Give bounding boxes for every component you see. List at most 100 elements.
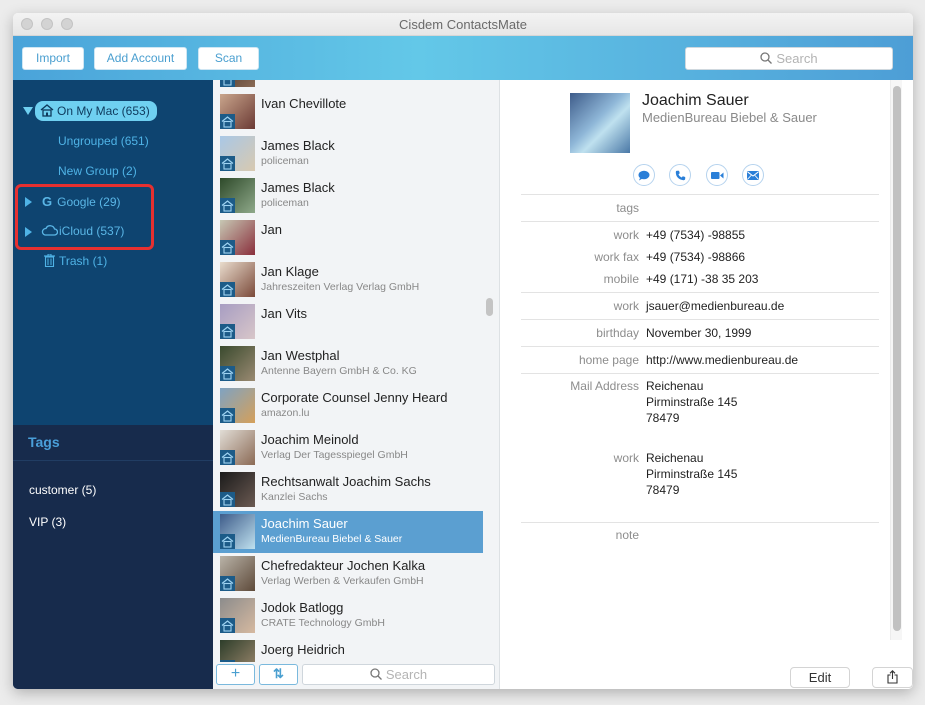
contact-list-scroll-area[interactable]: Bei Grazia Ivan Chevillote James Black poli… (213, 80, 483, 662)
tags-divider (13, 460, 213, 461)
contact-list-item[interactable]: Joachim Sauer MedienBureau Biebel & Sauer (213, 511, 483, 553)
contact-list-item[interactable]: Bei Grazia (213, 80, 483, 91)
sidebar-tag-customer[interactable]: customer (5) (29, 483, 96, 497)
divider (521, 319, 879, 320)
contact-list-item[interactable]: Jan (213, 217, 483, 259)
homepage-label: home page (578, 353, 639, 367)
contact-avatar (220, 556, 255, 591)
contact-subtitle: Verlag Der Tagesspiegel GmbH (261, 449, 408, 461)
contact-name: Joachim Meinold (261, 432, 359, 447)
disclosure-triangle-expanded-icon[interactable] (23, 107, 33, 115)
phone-label: work fax (594, 250, 639, 264)
toolbar-search-input[interactable]: Search (685, 47, 893, 70)
contact-avatar (220, 220, 255, 255)
contact-list: Bei Grazia Ivan Chevillote James Black poli… (213, 80, 500, 689)
contact-list-item[interactable]: Joerg Heidrich (213, 637, 483, 662)
contact-name: Ivan Chevillote (261, 96, 347, 111)
contact-list-item[interactable]: Rechtsanwalt Joachim Sachs Kanzlei Sachs (213, 469, 483, 511)
contact-list-item[interactable]: Corporate Counsel Jenny Heard amazon.lu (213, 385, 483, 427)
home-badge-icon (220, 534, 235, 549)
phone-label: work (613, 228, 639, 242)
sidebar-account-on-my-mac[interactable]: On My Mac (653) (35, 101, 157, 121)
contact-subtitle: Verlag Werben & Verkaufen GmbH (261, 575, 424, 587)
contact-list-item[interactable]: Jan Westphal Antenne Bayern GmbH & Co. KG (213, 343, 483, 385)
contact-avatar (220, 514, 255, 549)
home-badge-icon (220, 282, 235, 297)
call-button[interactable] (669, 164, 691, 186)
contact-subtitle: Kanzlei Sachs (261, 491, 328, 503)
sidebar-group-ungrouped[interactable]: Ungrouped (651) (58, 134, 149, 148)
contact-subtitle: policeman (261, 155, 309, 167)
phone-value[interactable]: +49 (7534) -98855 (646, 227, 745, 243)
video-call-button[interactable] (706, 164, 728, 186)
accounts-panel: On My Mac (653) Ungrouped (651) New Grou… (13, 80, 213, 425)
add-contact-button[interactable]: + (216, 664, 255, 685)
add-account-button[interactable]: Add Account (94, 47, 187, 70)
detail-scrollbar[interactable] (893, 86, 901, 631)
email-button[interactable] (742, 164, 764, 186)
sidebar-trash[interactable]: Trash (1) (44, 253, 107, 268)
phone-value[interactable]: +49 (7534) -98866 (646, 249, 745, 265)
address-value[interactable]: Reichenau Pirminstraße 145 78479 (646, 378, 737, 426)
email-value[interactable]: jsauer@medienbureau.de (646, 298, 784, 314)
divider (521, 221, 879, 222)
contact-list-item[interactable]: Chefredakteur Jochen Kalka Verlag Werben … (213, 553, 483, 595)
contact-list-scrollbar[interactable] (486, 298, 493, 316)
contact-search-placeholder: Search (385, 667, 428, 682)
message-button[interactable] (633, 164, 655, 186)
contact-avatar (220, 598, 255, 633)
contact-list-item[interactable]: Jodok Batlogg CRATE Technology GmbH (213, 595, 483, 637)
share-button[interactable] (872, 667, 913, 688)
import-button[interactable]: Import (22, 47, 84, 70)
contact-list-item[interactable]: Ivan Chevillote (213, 91, 483, 133)
contact-name: James Black (261, 180, 335, 195)
contact-avatar (220, 346, 255, 381)
contact-list-item[interactable]: Joachim Meinold Verlag Der Tagesspiegel G… (213, 427, 483, 469)
contact-avatar (220, 262, 255, 297)
annotation-highlight-box (15, 184, 154, 250)
home-badge-icon (220, 80, 235, 87)
contact-subtitle: amazon.lu (261, 407, 310, 419)
toolbar-search-placeholder: Search (776, 51, 818, 66)
homepage-link[interactable]: http://www.medienbureau.de (646, 352, 798, 368)
contact-list-item[interactable]: Jan Vits (213, 301, 483, 343)
contact-avatar (220, 80, 255, 87)
contact-subtitle: Antenne Bayern GmbH & Co. KG (261, 365, 417, 377)
sort-button[interactable]: ⇅ (259, 664, 298, 685)
sidebar-group-new-group[interactable]: New Group (2) (58, 164, 137, 178)
mail-icon (747, 170, 759, 180)
contact-list-item[interactable]: James Black policeman (213, 133, 483, 175)
address-value[interactable]: Reichenau Pirminstraße 145 78479 (646, 450, 737, 498)
home-badge-icon (220, 366, 235, 381)
contact-list-item[interactable]: Jan Klage Jahreszeiten Verlag Verlag GmbH (213, 259, 483, 301)
contact-photo (570, 93, 630, 153)
window-title: Cisdem ContactsMate (399, 17, 527, 32)
contact-subtitle: Jahreszeiten Verlag Verlag GmbH (261, 281, 420, 293)
scan-button[interactable]: Scan (198, 47, 259, 70)
phone-label: mobile (603, 272, 639, 286)
address-line: Reichenau (646, 379, 704, 393)
contact-company: MedienBureau Biebel & Sauer (642, 110, 817, 125)
note-label: note (615, 528, 639, 542)
video-icon (710, 171, 723, 179)
contact-name: James Black (261, 138, 335, 153)
edit-button[interactable]: Edit (790, 667, 850, 688)
contact-avatar (220, 430, 255, 465)
home-icon (40, 104, 54, 117)
home-badge-icon (220, 114, 235, 129)
home-badge-icon (220, 198, 235, 213)
address-line: 78479 (646, 483, 680, 497)
home-badge-icon (220, 324, 235, 339)
message-icon (638, 170, 650, 180)
contact-search-input[interactable]: Search (302, 664, 495, 685)
contact-detail-panel: Joachim Sauer MedienBureau Biebel & Saue… (501, 80, 913, 689)
address-line: Pirminstraße 145 (646, 395, 738, 409)
address-label: work (613, 451, 639, 465)
home-badge-icon (220, 492, 235, 507)
contact-list-item[interactable]: James Black policeman (213, 175, 483, 217)
phone-value[interactable]: +49 (171) -38 35 203 (646, 271, 758, 287)
search-icon (370, 668, 382, 680)
contact-subtitle: CRATE Technology GmbH (261, 617, 385, 629)
sidebar-tag-vip[interactable]: VIP (3) (29, 515, 66, 529)
contact-subtitle: policeman (261, 197, 309, 209)
